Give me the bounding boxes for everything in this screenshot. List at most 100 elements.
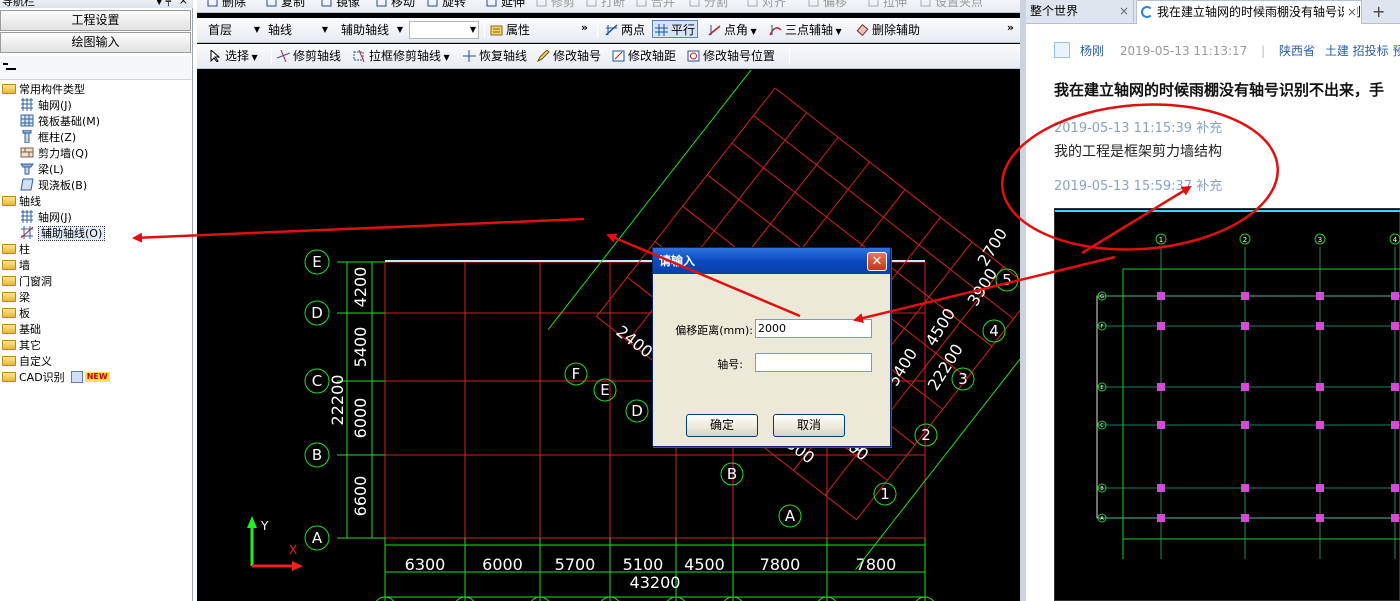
tree-node[interactable]: 轴网(J) [20, 98, 72, 114]
type-select[interactable]: 辅助轴线 ▼ [338, 21, 406, 39]
dialog-titlebar[interactable]: 请输入 [653, 248, 890, 274]
region-link[interactable]: 陕西省 [1279, 44, 1315, 58]
tab-1-title: 整个世界 [1030, 4, 1079, 18]
cancel-button[interactable]: 取消 [773, 414, 845, 437]
project-settings-button[interactable]: 工程设置 [0, 10, 191, 31]
thumb-column-mark [1391, 484, 1399, 492]
cad-screenshot-image[interactable]: 1 2 3 4 G F E C B A [1054, 208, 1400, 601]
dialog-title: 请输入 [659, 254, 696, 268]
property-button[interactable]: 属性 [490, 21, 530, 39]
browser-tab-2[interactable]: 我在建立轴网的时候雨棚没有轴号识别不出来 × [1136, 0, 1362, 24]
tree-node[interactable]: CAD识别 NEW [2, 370, 110, 386]
tree-node[interactable]: 剪力墙(Q) [20, 146, 88, 162]
axis-number-input[interactable] [755, 353, 872, 372]
modify-axis-no-button[interactable]: 修改轴号 [537, 47, 601, 65]
toolbar-overflow-icon[interactable]: » [1007, 21, 1014, 34]
close-tab-icon[interactable]: × [1343, 1, 1357, 23]
ucs-x-label: X [289, 543, 297, 557]
folder-icon [2, 356, 16, 366]
tree-node[interactable]: 墙 [2, 258, 30, 274]
three-point-aux-button[interactable]: 三点辅轴 ▼ [769, 21, 842, 39]
stretch-button[interactable]: 拉伸 [867, 0, 907, 10]
copy-icon [266, 0, 277, 7]
post-title: 我在建立轴网的时候雨棚没有轴号识别不出来，手 [1054, 81, 1385, 99]
author-name[interactable]: 杨刚 [1080, 44, 1104, 58]
tree-node-label: 柱 [19, 243, 30, 256]
rotate-button[interactable]: 旋转 [426, 0, 466, 10]
tree-node[interactable]: 现浇板(B) [20, 178, 87, 194]
ok-button[interactable]: 确定 [686, 414, 758, 437]
component-select[interactable]: ▼ [409, 21, 479, 39]
copy-button[interactable]: 复制 [265, 0, 305, 10]
split-button[interactable]: 分割 [688, 0, 728, 10]
break-button[interactable]: 打断 [585, 0, 625, 10]
new-tab-button[interactable]: + [1372, 2, 1385, 21]
tree-node[interactable]: 轴网(J) [20, 210, 72, 226]
forum-post: 杨刚 2019-05-13 11:13:17 | 陕西省 土建 招投标 预算 我… [1026, 24, 1400, 601]
thumb-column-mark [1391, 292, 1399, 300]
extend-icon [486, 0, 497, 7]
tree-node[interactable]: 轴线 [2, 194, 41, 210]
browser-tab-1[interactable]: 整个世界 × [1026, 0, 1134, 24]
extend-button[interactable]: 延伸 [485, 0, 525, 10]
merge-button[interactable]: 合并 [635, 0, 675, 10]
supplement-label: 补充 [1196, 179, 1223, 194]
parallel-button[interactable]: 平行 [652, 20, 699, 38]
category-select-value: 轴线 [268, 23, 293, 37]
offset-button[interactable]: 偏移 [807, 0, 847, 10]
folder-icon [2, 372, 16, 382]
tree-node-label: 门窗洞 [19, 275, 52, 288]
thumb-column-mark [1391, 383, 1399, 391]
delete-aux-button[interactable]: 删除辅助 [856, 21, 920, 39]
grip-button[interactable]: 设置夹点 [919, 0, 983, 10]
close-tab-icon[interactable]: × [1119, 0, 1129, 22]
drawing-canvas[interactable]: E D C B A 4200 5400 6000 6600 22200 6300 6000 5700 51… [197, 70, 1020, 601]
tree-node[interactable]: 梁 [2, 290, 30, 306]
modify-axis-dist-button[interactable]: 修改轴距 [612, 47, 676, 65]
tree-node[interactable]: 框柱(Z) [20, 129, 76, 146]
mirror-button[interactable]: 镜像 [320, 0, 360, 10]
eraser-button[interactable]: 删除 [206, 0, 246, 10]
browser-window: 整个世界 × 我在建立轴网的时候雨棚没有轴号识别不出来 × + 杨刚 2019-… [1020, 0, 1400, 601]
offset-distance-input[interactable] [755, 319, 872, 338]
rotated-row-label: E [600, 381, 609, 399]
two-points-button[interactable]: 两点 [605, 21, 645, 39]
pin-icon[interactable]: ▼ ╤ [156, 0, 171, 8]
trim-axis-button[interactable]: 修剪轴线 [277, 47, 341, 65]
tree-node[interactable]: 基础 [2, 322, 41, 338]
box-trim-axis-button[interactable]: 拉框修剪轴线 ▼ [353, 47, 450, 65]
tree-node[interactable]: 板 [2, 306, 30, 322]
floor-select[interactable]: 首层 ▼ [205, 21, 263, 39]
move-button[interactable]: 移动 [375, 0, 415, 10]
dialog-close-button[interactable]: ✕ [867, 252, 887, 271]
tree-node[interactable]: 门窗洞 [2, 274, 52, 290]
thumb-column-mark [1316, 484, 1324, 492]
tree-node[interactable]: 柱 [2, 242, 30, 258]
col-total-dimension: 43200 [630, 573, 681, 592]
tree-node[interactable]: 梁(L) [20, 162, 64, 178]
close-icon[interactable]: × [179, 0, 188, 7]
align-button[interactable]: 对齐 [746, 0, 786, 10]
dropdown-arrow-icon: ▼ [396, 25, 403, 34]
tree-node[interactable]: 辅助轴线(O) [20, 226, 106, 242]
collapse-tree-icon[interactable] [3, 63, 17, 73]
rotate-label: 旋转 [442, 0, 467, 9]
category-select[interactable]: 轴线 ▼ [265, 21, 331, 39]
modify-axis-pos-button[interactable]: 修改轴号位置 [687, 47, 775, 65]
grip-icon [920, 0, 931, 7]
tree-node[interactable]: 其它 [2, 338, 41, 354]
rotated-col-label: 4 [989, 322, 999, 340]
drawing-input-button[interactable]: 绘图输入 [0, 32, 191, 53]
tree-node-label: 梁 [19, 291, 30, 304]
restore-axis-button[interactable]: 恢复轴线 [463, 47, 527, 65]
point-angle-button[interactable]: 点角 ▼ [708, 21, 757, 39]
tree-node[interactable]: 常用构件类型 [2, 82, 85, 98]
toolbar-overflow-icon[interactable]: » [581, 21, 588, 34]
select-button[interactable]: 选择 ▼ [209, 47, 258, 65]
tree-node[interactable]: 筏板基础(M) [20, 114, 100, 130]
tag-links[interactable]: 土建 招投标 预算 [1325, 44, 1400, 58]
trim-button[interactable]: 修剪 [535, 0, 575, 10]
nav-mini-toolbar [0, 56, 191, 80]
avatar[interactable] [1054, 42, 1070, 58]
tree-node[interactable]: 自定义 [2, 354, 52, 370]
